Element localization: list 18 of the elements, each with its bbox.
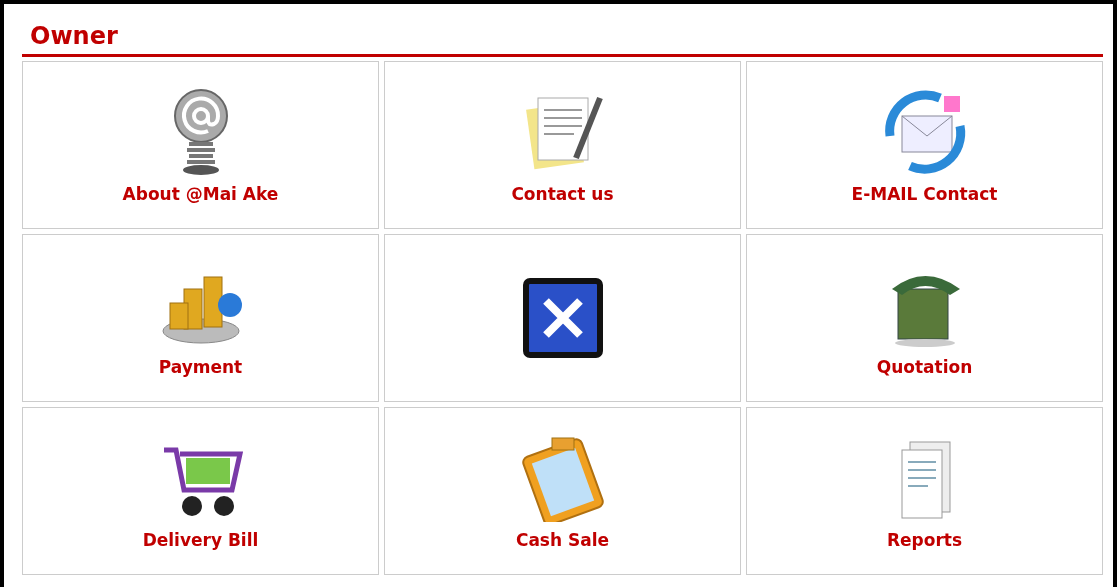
menu-tile[interactable]: About @Mai Ake (22, 61, 379, 229)
tile-label: Reports (886, 530, 963, 550)
tile-label: Contact us (511, 184, 614, 204)
panel-title: Owner (30, 22, 118, 50)
tile-label: Payment (158, 357, 243, 377)
menu-tile[interactable] (384, 234, 741, 402)
tile-label: E-MAIL Contact (851, 184, 998, 204)
menu-tile[interactable]: E-MAIL Contact (746, 61, 1103, 229)
menu-tile[interactable]: Quotation (746, 234, 1103, 402)
menu-tile[interactable]: Reports (746, 407, 1103, 575)
menu-tile[interactable]: Contact us (384, 61, 741, 229)
menu-tile[interactable]: Cash Sale (384, 407, 741, 575)
tile-label: About @Mai Ake (122, 184, 279, 204)
tile-label: Quotation (876, 357, 973, 377)
menu-tile[interactable]: Delivery Bill (22, 407, 379, 575)
menu-tile[interactable]: Payment (22, 234, 379, 402)
tile-label: Delivery Bill (142, 530, 259, 550)
tile-label: Cash Sale (515, 530, 610, 550)
